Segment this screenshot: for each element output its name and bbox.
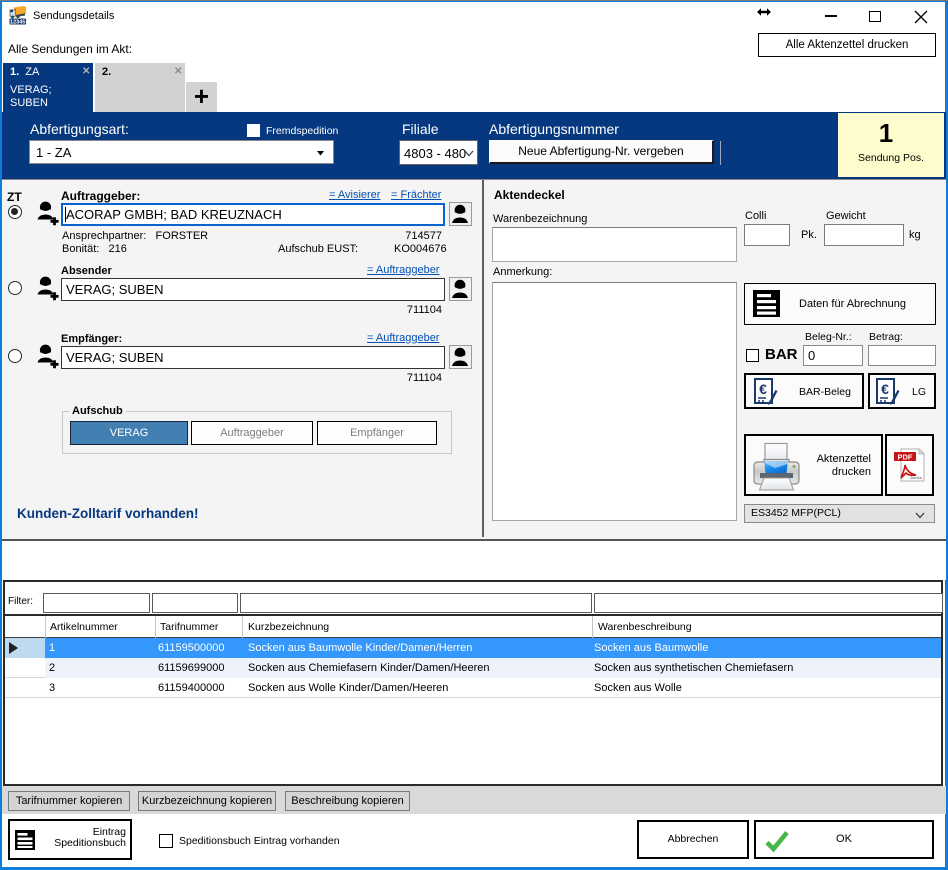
svg-text:€: € bbox=[881, 381, 889, 397]
svg-text:12345: 12345 bbox=[10, 19, 25, 25]
svg-text:PDF: PDF bbox=[898, 453, 913, 462]
svg-text:€: € bbox=[759, 381, 767, 397]
svg-text:Adobe: Adobe bbox=[910, 475, 922, 480]
